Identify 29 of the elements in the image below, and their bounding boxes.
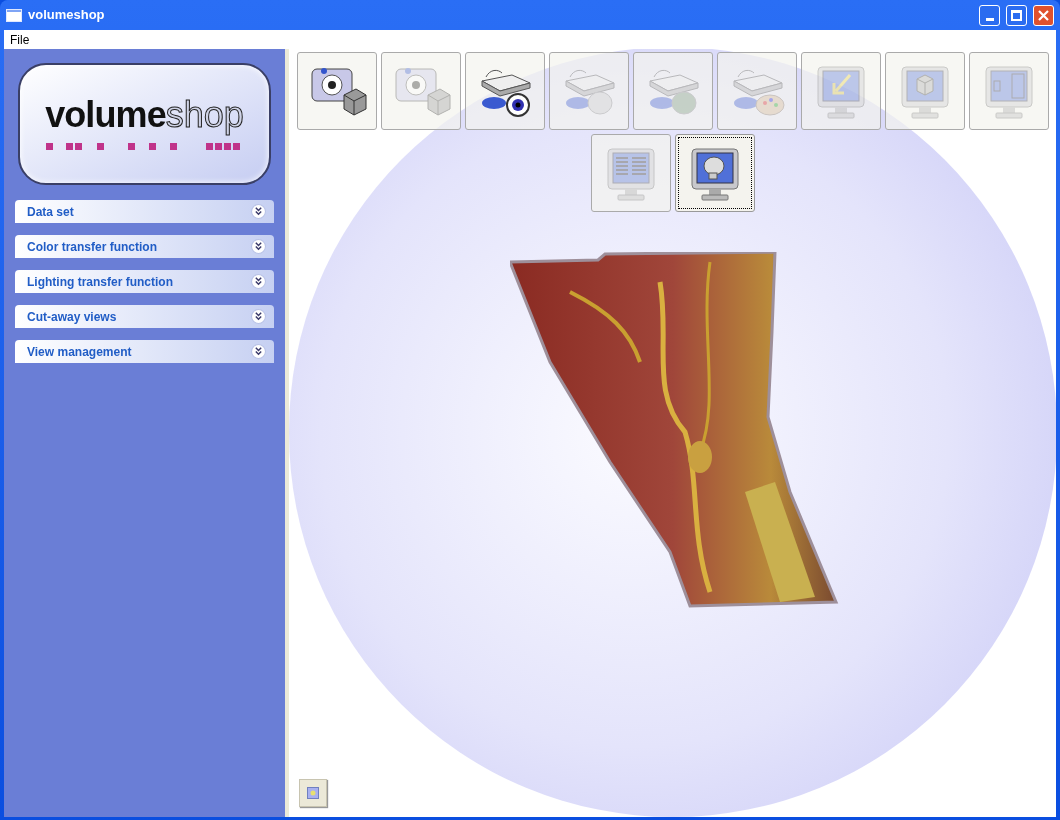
logo-text: shop [165,97,244,133]
small-image-button[interactable] [299,779,327,807]
chevron-icon[interactable] [251,309,266,324]
panel-header[interactable]: Data set [15,200,274,223]
panel-title: Cut-away views [27,308,118,326]
panel-title: Data set [27,203,75,221]
minimize-button[interactable] [979,4,1000,26]
image-icon [307,787,319,799]
toolbar-button[interactable] [675,134,755,212]
maximize-button[interactable] [1006,4,1027,26]
app-icon [6,8,22,22]
panel-header[interactable]: Lighting transfer function [15,270,274,293]
window-title: volumeshop [28,6,106,25]
chevron-icon[interactable] [251,274,266,289]
logo-text: volume [45,97,166,133]
toolbar-button[interactable] [465,52,545,130]
close-button[interactable] [1033,4,1054,26]
panel-title: View management [27,343,133,361]
panel-header[interactable]: Color transfer function [15,235,274,258]
chevron-icon[interactable] [251,239,266,254]
panel-title: Lighting transfer function [27,273,174,291]
panel-title: Color transfer function [27,238,158,256]
panel-header[interactable]: Cut-away views [15,305,274,328]
chevron-icon[interactable] [251,344,266,359]
panel-header[interactable]: View management [15,340,274,363]
close-icon [1038,9,1049,21]
toolbar-button[interactable] [297,52,377,130]
menu-item[interactable]: File [8,30,32,49]
chevron-icon[interactable] [251,204,266,219]
